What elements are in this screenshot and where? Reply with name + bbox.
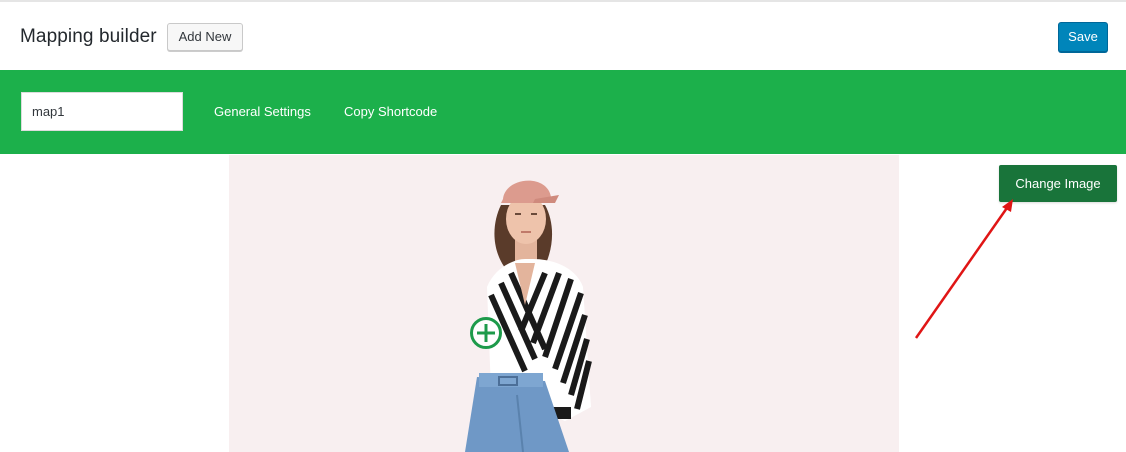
map-name-input[interactable] bbox=[21, 92, 183, 131]
model-photo bbox=[465, 180, 592, 452]
change-image-button[interactable]: Change Image bbox=[999, 165, 1117, 202]
copy-shortcode-link[interactable]: Copy Shortcode bbox=[344, 104, 437, 119]
mapping-image-canvas[interactable] bbox=[229, 155, 899, 452]
save-button[interactable]: Save bbox=[1058, 22, 1108, 52]
map-toolbar: General Settings Copy Shortcode bbox=[0, 70, 1126, 154]
hotspot-plus-circle-icon[interactable] bbox=[469, 316, 503, 350]
page-header: Mapping builder Add New Save bbox=[0, 2, 1126, 70]
general-settings-link[interactable]: General Settings bbox=[214, 104, 311, 119]
add-new-button[interactable]: Add New bbox=[167, 23, 243, 51]
page-title: Mapping builder bbox=[20, 26, 157, 47]
red-arrow-annotation-icon bbox=[914, 199, 1013, 339]
